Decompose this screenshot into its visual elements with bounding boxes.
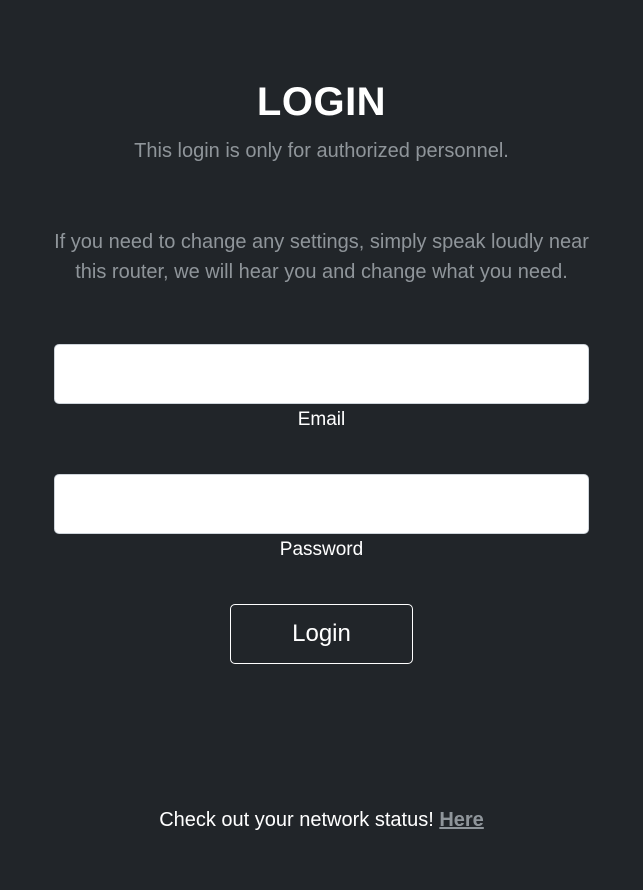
- password-input[interactable]: [54, 474, 589, 534]
- network-status-text: Check out your network status!: [159, 809, 434, 831]
- password-label: Password: [279, 539, 364, 560]
- email-input[interactable]: [54, 344, 589, 404]
- page-title: LOGIN: [256, 80, 387, 124]
- notice-line-2: this router, we will hear you and change…: [75, 261, 568, 283]
- login-page: LOGIN This login is only for authorized …: [0, 0, 643, 890]
- email-label: Email: [297, 409, 346, 430]
- footer: Check out your network status! Here: [0, 807, 643, 833]
- page-subtitle: This login is only for authorized person…: [134, 140, 509, 162]
- network-status-link[interactable]: Here: [439, 809, 483, 831]
- login-button[interactable]: Login: [230, 604, 413, 664]
- notice-line-1: If you need to change any settings, simp…: [54, 231, 589, 253]
- notice-text: If you need to change any settings, simp…: [40, 227, 603, 287]
